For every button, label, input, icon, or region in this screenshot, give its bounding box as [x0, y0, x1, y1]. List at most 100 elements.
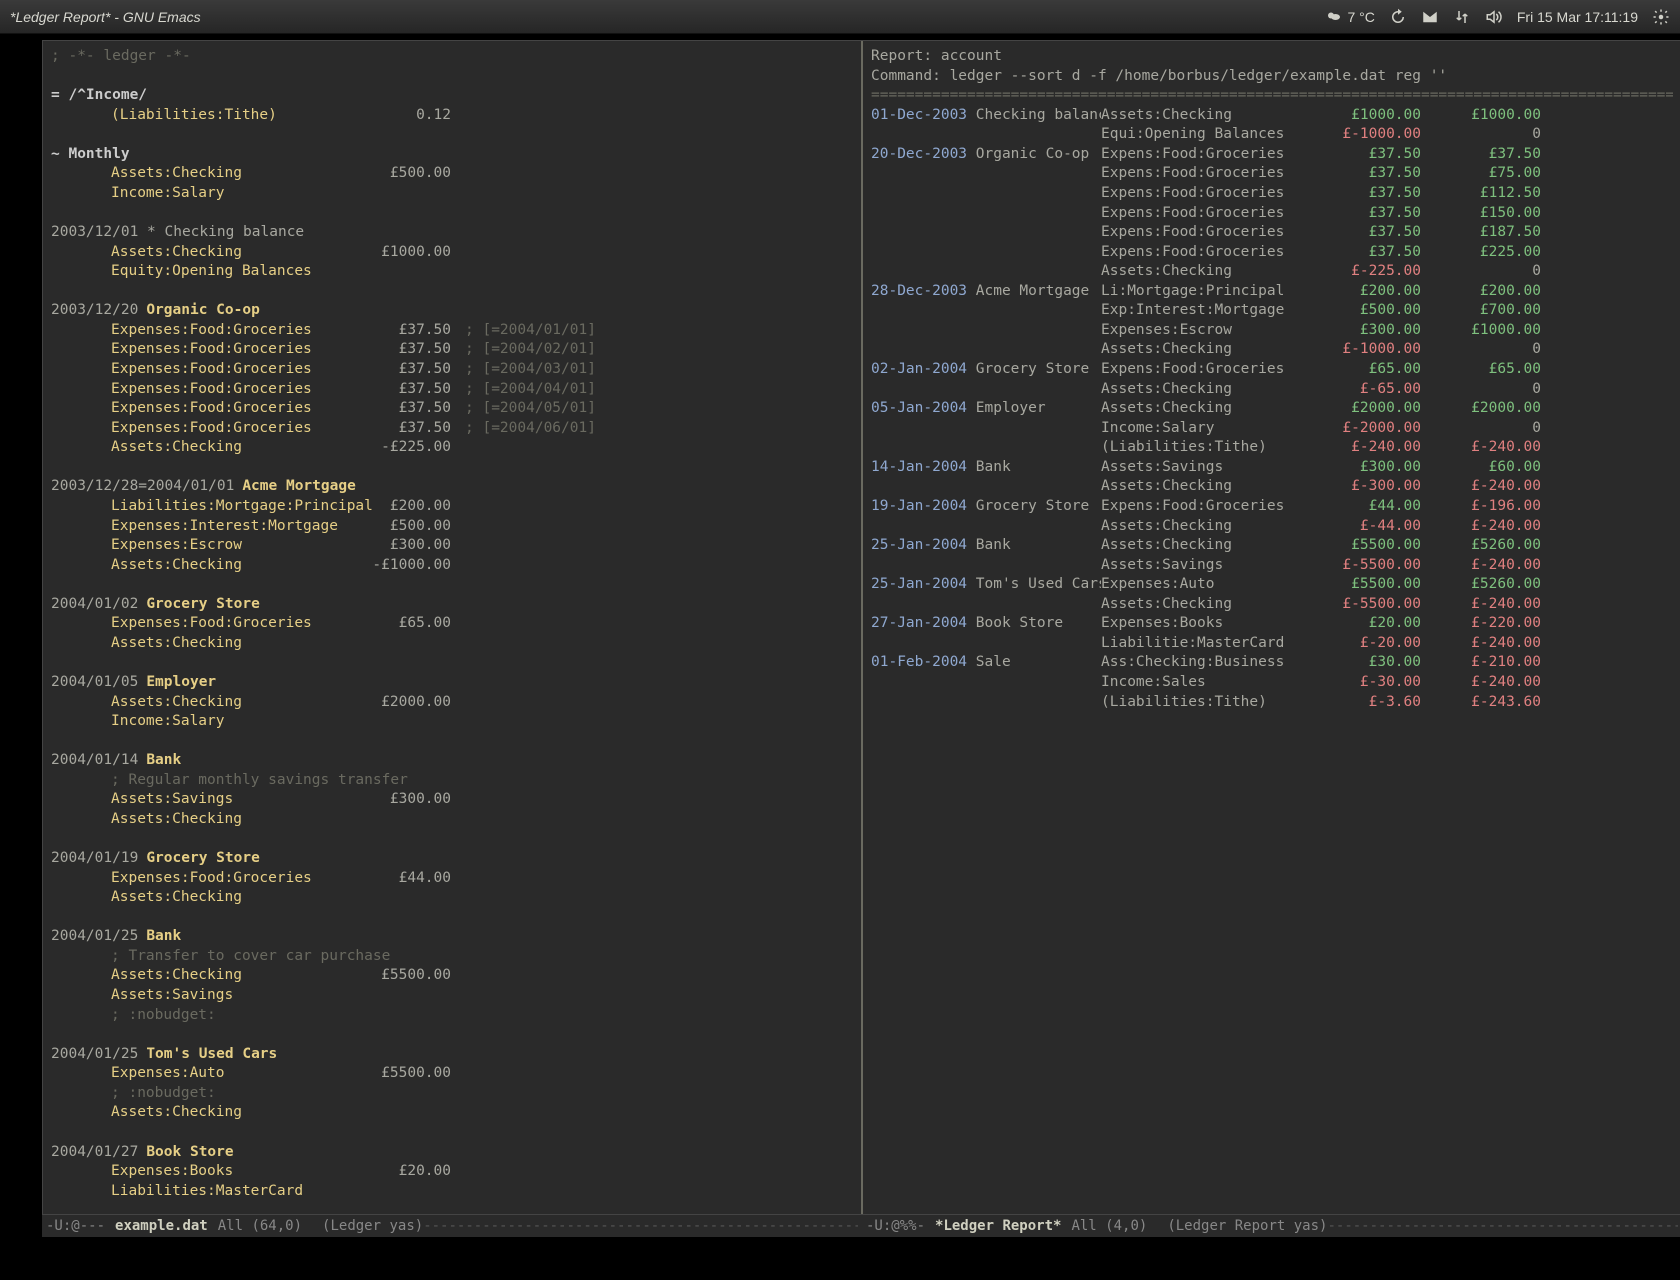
transaction-header: 2003/12/20Organic Co-op [51, 301, 853, 321]
report-account: Income:Salary [1101, 419, 1301, 439]
report-amount: £300.00 [1301, 458, 1421, 478]
report-balance: £-210.00 [1421, 653, 1541, 673]
posting-account: Assets:Checking [111, 438, 341, 458]
transaction-comment: ; Transfer to cover car purchase [111, 947, 390, 967]
report-date-payee: 28-Dec-2003 Acme Mortgage [871, 282, 1101, 302]
report-date-payee: 19-Jan-2004 Grocery Store [871, 497, 1101, 517]
report-date-payee [871, 340, 1101, 360]
report-balance: £1000.00 [1421, 321, 1541, 341]
report-amount: £-44.00 [1301, 517, 1421, 537]
report-balance: £65.00 [1421, 360, 1541, 380]
posting-amount: £1000.00 [341, 243, 451, 263]
posting-account: Assets:Checking [111, 164, 341, 184]
report-row: Assets:Checking£-300.00£-240.00 [871, 477, 1673, 497]
report-balance: £-240.00 [1421, 634, 1541, 654]
settings-icon[interactable] [1652, 8, 1670, 26]
modeline-right: -U:@%%- *Ledger Report* All (4,0) (Ledge… [862, 1215, 1680, 1237]
posting-amount: £200.00 [341, 497, 451, 517]
report-account: Expens:Food:Groceries [1101, 223, 1301, 243]
report-account: Assets:Checking [1101, 340, 1301, 360]
posting-note: ; [=2004/04/01] [451, 380, 596, 400]
transaction-header: 2004/01/05Employer [51, 673, 853, 693]
report-row: Assets:Checking£-5500.00£-240.00 [871, 595, 1673, 615]
report-balance: £-240.00 [1421, 595, 1541, 615]
report-amount: £37.50 [1301, 223, 1421, 243]
posting-account: Assets:Checking [111, 556, 341, 576]
report-date-payee: 20-Dec-2003 Organic Co-op [871, 145, 1101, 165]
posting-account: Assets:Checking [111, 693, 341, 713]
posting-amount [341, 810, 451, 830]
report-row: 27-Jan-2004 Book StoreExpenses:Books£20.… [871, 614, 1673, 634]
network-icon[interactable] [1453, 8, 1471, 26]
posting-account: Expenses:Books [111, 1162, 341, 1182]
report-account: Assets:Checking [1101, 477, 1301, 497]
report-date-payee [871, 556, 1101, 576]
report-row: Income:Sales£-30.00£-240.00 [871, 673, 1673, 693]
posting-account: Income:Salary [111, 184, 341, 204]
transaction-comment: ; :nobudget: [111, 1084, 216, 1104]
report-account: (Liabilities:Tithe) [1101, 693, 1301, 713]
posting-account: Equity:Opening Balances [111, 262, 341, 282]
report-balance: 0 [1421, 419, 1541, 439]
posting-amount [341, 634, 451, 654]
window-title: *Ledger Report* - GNU Emacs [10, 9, 201, 25]
ledger-source-buffer[interactable]: ; -*- ledger -*- = /^Income/(Liabilities… [43, 41, 861, 1214]
modeline-prefix: -U:@%%- [866, 1218, 925, 1234]
report-command: Command: ledger --sort d -f /home/borbus… [871, 68, 1447, 84]
report-amount: £-300.00 [1301, 477, 1421, 497]
posting-amount: £500.00 [341, 517, 451, 537]
report-balance: £200.00 [1421, 282, 1541, 302]
report-row: Expens:Food:Groceries£37.50£75.00 [871, 164, 1673, 184]
report-balance: £225.00 [1421, 243, 1541, 263]
modeline: -U:@--- example.dat All (64,0) (Ledger y… [42, 1215, 1680, 1237]
report-account: Expens:Food:Groceries [1101, 145, 1301, 165]
report-balance: 0 [1421, 380, 1541, 400]
refresh-icon[interactable] [1389, 8, 1407, 26]
transaction-header: 2004/01/25Tom's Used Cars [51, 1045, 853, 1065]
posting-amount [341, 1182, 451, 1202]
report-date-payee [871, 595, 1101, 615]
posting-amount: £37.50 [341, 399, 451, 419]
report-amount: £2000.00 [1301, 399, 1421, 419]
report-date-payee [871, 243, 1101, 263]
posting-amount: £37.50 [341, 360, 451, 380]
report-balance: £37.50 [1421, 145, 1541, 165]
report-row: (Liabilities:Tithe)£-3.60£-243.60 [871, 693, 1673, 713]
posting-amount: £44.00 [341, 869, 451, 889]
report-amount: £20.00 [1301, 614, 1421, 634]
posting-account: Expenses:Food:Groceries [111, 360, 341, 380]
report-balance: £-240.00 [1421, 517, 1541, 537]
volume-icon[interactable] [1485, 8, 1503, 26]
posting-amount [341, 184, 451, 204]
report-title: Report: account [871, 48, 1002, 64]
posting-account: Assets:Checking [111, 888, 341, 908]
transaction-header: 2004/01/02Grocery Store [51, 595, 853, 615]
posting-note: ; [=2004/03/01] [451, 360, 596, 380]
report-amount: £-20.00 [1301, 634, 1421, 654]
report-row: Exp:Interest:Mortgage£500.00£700.00 [871, 301, 1673, 321]
report-account: Assets:Savings [1101, 556, 1301, 576]
report-date-payee [871, 321, 1101, 341]
posting-account: Assets:Checking [111, 243, 341, 263]
report-amount: £30.00 [1301, 653, 1421, 673]
report-balance: £150.00 [1421, 204, 1541, 224]
modeline-buffer-name: *Ledger Report* [935, 1218, 1061, 1234]
report-account: Assets:Checking [1101, 262, 1301, 282]
report-row: Expens:Food:Groceries£37.50£112.50 [871, 184, 1673, 204]
ledger-report-buffer[interactable]: Report: account Command: ledger --sort d … [863, 41, 1680, 1214]
modeline-buffer-name: example.dat [115, 1218, 208, 1234]
report-balance: £5260.00 [1421, 536, 1541, 556]
posting-account: (Liabilities:Tithe) [111, 106, 341, 126]
report-balance: £2000.00 [1421, 399, 1541, 419]
report-date-payee [871, 380, 1101, 400]
report-row: Expens:Food:Groceries£37.50£187.50 [871, 223, 1673, 243]
report-amount: £300.00 [1301, 321, 1421, 341]
report-account: Exp:Interest:Mortgage [1101, 301, 1301, 321]
periodic-rule: ~ Monthly [51, 146, 130, 162]
posting-amount: £2000.00 [341, 693, 451, 713]
mail-icon[interactable] [1421, 8, 1439, 26]
report-row: Liabilitie:MasterCard£-20.00£-240.00 [871, 634, 1673, 654]
report-date-payee [871, 517, 1101, 537]
report-amount: £37.50 [1301, 145, 1421, 165]
report-balance: £1000.00 [1421, 106, 1541, 126]
